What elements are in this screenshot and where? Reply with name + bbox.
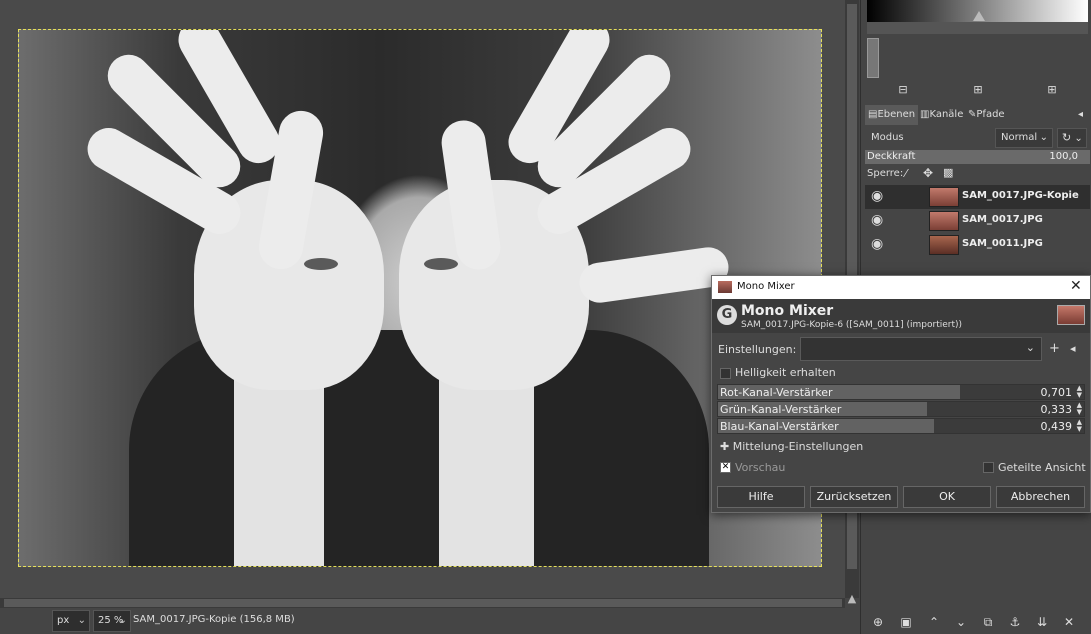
preset-menu-icon[interactable]: ◂ xyxy=(1070,342,1076,355)
lock-position-icon[interactable]: ✥ xyxy=(923,166,933,180)
keep-brightness-checkbox[interactable] xyxy=(720,368,731,379)
raise-layer-icon[interactable]: ⌃ xyxy=(927,615,941,629)
plus-icon[interactable]: ⊞ xyxy=(972,84,984,96)
lock-label: Sperre: xyxy=(867,168,904,179)
spin-arrows-icon[interactable]: ▲ ▼ xyxy=(1077,402,1082,416)
opacity-label: Deckkraft xyxy=(867,151,916,162)
chevron-down-icon: ⌄ xyxy=(1039,132,1048,143)
grid-icon[interactable]: ⊞ xyxy=(1046,84,1058,96)
anchor-layer-icon[interactable]: ⚓ xyxy=(1008,615,1022,629)
navigate-icon[interactable]: ▲ xyxy=(845,592,859,608)
dialog-titlebar[interactable]: Mono Mixer ✕ xyxy=(712,276,1090,299)
mode-label: Modus xyxy=(871,132,904,143)
mono-mixer-dialog: Mono Mixer ✕ G Mono Mixer SAM_0017.JPG-K… xyxy=(711,275,1091,513)
layer-actions-bar: ⊕ ▣ ⌃ ⌄ ⧉ ⚓ ⇊ ✕ xyxy=(861,610,1091,634)
lock-pixels-icon[interactable]: ⁄ xyxy=(905,167,907,180)
duplicate-layer-icon[interactable]: ⧉ xyxy=(981,615,995,629)
image-photo[interactable] xyxy=(18,29,822,567)
slider-label: Rot-Kanal-Verstärker xyxy=(720,386,833,399)
split-view-label: Geteilte Ansicht xyxy=(998,461,1086,474)
tab-menu-icon[interactable]: ◂ xyxy=(1075,105,1086,125)
dialog-header: G Mono Mixer SAM_0017.JPG-Kopie-6 ([SAM_… xyxy=(712,299,1090,333)
slider-label: Grün-Kanal-Verstärker xyxy=(720,403,842,416)
add-preset-icon[interactable]: + xyxy=(1049,341,1060,356)
mode-row: Modus Normal ⌄ ↻ ⌄ xyxy=(865,127,1090,149)
image-thumbnail xyxy=(1057,305,1085,325)
chevron-down-icon: ⌄ xyxy=(1071,133,1083,144)
tab-paths[interactable]: ✎Pfade xyxy=(965,105,1008,125)
preview-checkbox[interactable]: ✕ xyxy=(720,462,731,473)
delete-layer-icon[interactable]: ✕ xyxy=(1062,615,1076,629)
layer-thumbnail xyxy=(929,211,959,231)
layer-thumbnail xyxy=(929,235,959,255)
mode-select[interactable]: Normal ⌄ xyxy=(995,128,1053,148)
dialog-app-icon xyxy=(718,281,732,293)
blue-channel-slider[interactable]: Blau-Kanal-Verstärker 0,439 ▲ ▼ xyxy=(717,418,1085,434)
lock-alpha-icon[interactable]: ▩ xyxy=(943,166,953,179)
close-icon[interactable]: ✕ xyxy=(1070,278,1082,294)
expand-plus-icon: ✚ xyxy=(720,440,730,453)
slider-value: 0,439 xyxy=(1040,420,1073,433)
chevron-down-icon: ⌄ xyxy=(77,615,86,626)
dock-tabs: ▤Ebenen ▥Kanäle ✎Pfade ◂ xyxy=(865,105,1090,125)
layer-row[interactable]: ◉ SAM_0017.JPG xyxy=(865,209,1090,233)
gradient-marker-handle[interactable] xyxy=(973,11,985,21)
visibility-eye-icon[interactable]: ◉ xyxy=(871,236,883,252)
reset-icon: ↻ xyxy=(1062,131,1072,144)
spin-arrows-icon[interactable]: ▲ ▼ xyxy=(1077,385,1082,399)
merge-layer-icon[interactable]: ⇊ xyxy=(1035,615,1049,629)
canvas-horizontal-scrollbar[interactable] xyxy=(0,598,845,608)
layer-thumbnail xyxy=(929,187,959,207)
mode-reset-button[interactable]: ↻ ⌄ xyxy=(1057,128,1087,148)
reset-button[interactable]: Zurücksetzen xyxy=(810,486,898,508)
chevron-down-icon: ⌄ xyxy=(1025,341,1035,354)
tab-channels[interactable]: ▥Kanäle xyxy=(917,105,966,125)
layer-row[interactable]: ◉ SAM_0017.JPG-Kopie xyxy=(865,185,1090,209)
red-channel-slider[interactable]: Rot-Kanal-Verstärker 0,701 ▲ ▼ xyxy=(717,384,1085,400)
new-layer-group-icon[interactable]: ▣ xyxy=(899,615,913,629)
cancel-button[interactable]: Abbrechen xyxy=(996,486,1085,508)
gimp-logo-icon: G xyxy=(717,305,737,325)
slider-value: 0,701 xyxy=(1040,386,1073,399)
new-layer-icon[interactable]: ⊕ xyxy=(871,615,885,629)
help-button[interactable]: Hilfe xyxy=(717,486,805,508)
layer-name: SAM_0017.JPG-Kopie xyxy=(962,190,1079,201)
status-bar: px ⌄ 25 % ⌄ SAM_0017.JPG-Kopie (156,8 MB) xyxy=(0,608,860,634)
zoom-select[interactable]: 25 % ⌄ xyxy=(93,610,131,632)
averaging-settings-expander[interactable]: ✚ Mittelung-Einstellungen xyxy=(720,440,863,453)
slider-label: Blau-Kanal-Verstärker xyxy=(720,420,839,433)
opacity-slider[interactable]: Deckkraft 100,0 xyxy=(865,150,1090,164)
green-channel-slider[interactable]: Grün-Kanal-Verstärker 0,333 ▲ ▼ xyxy=(717,401,1085,417)
slider-value: 0,333 xyxy=(1040,403,1073,416)
layer-row[interactable]: ◉ SAM_0011.JPG xyxy=(865,233,1090,257)
ok-button[interactable]: OK xyxy=(903,486,991,508)
tab-layers[interactable]: ▤Ebenen xyxy=(865,105,919,125)
color-swatch[interactable] xyxy=(867,38,879,78)
split-view-checkbox[interactable] xyxy=(983,462,994,473)
preview-label: Vorschau xyxy=(735,461,786,474)
dialog-window-title: Mono Mixer xyxy=(737,281,795,292)
opacity-value: 100,0 xyxy=(1049,151,1078,162)
dialog-heading: Mono Mixer xyxy=(741,303,834,319)
dialog-subtitle: SAM_0017.JPG-Kopie-6 ([SAM_0011] (import… xyxy=(741,320,963,330)
status-text: SAM_0017.JPG-Kopie (156,8 MB) xyxy=(133,614,295,625)
visibility-eye-icon[interactable]: ◉ xyxy=(871,212,883,228)
unit-select[interactable]: px ⌄ xyxy=(52,610,90,632)
settings-select[interactable]: ⌄ xyxy=(800,337,1042,361)
lock-row: Sperre: ⁄ ✥ ▩ xyxy=(865,166,1090,182)
lower-layer-icon[interactable]: ⌄ xyxy=(954,615,968,629)
minus-icon[interactable]: ⊟ xyxy=(897,84,909,96)
layer-name: SAM_0017.JPG xyxy=(962,214,1043,225)
layer-name: SAM_0011.JPG xyxy=(962,238,1043,249)
keep-brightness-label: Helligkeit erhalten xyxy=(735,366,836,379)
visibility-eye-icon[interactable]: ◉ xyxy=(871,188,883,204)
chevron-down-icon: ⌄ xyxy=(118,615,127,626)
gradient-bar xyxy=(867,22,1088,34)
layer-list: ◉ SAM_0017.JPG-Kopie ◉ SAM_0017.JPG ◉ SA… xyxy=(865,185,1090,275)
spin-arrows-icon[interactable]: ▲ ▼ xyxy=(1077,419,1082,433)
photo-left-arm xyxy=(234,360,324,566)
photo-right-arm xyxy=(439,360,534,566)
settings-label: Einstellungen: xyxy=(718,343,797,356)
